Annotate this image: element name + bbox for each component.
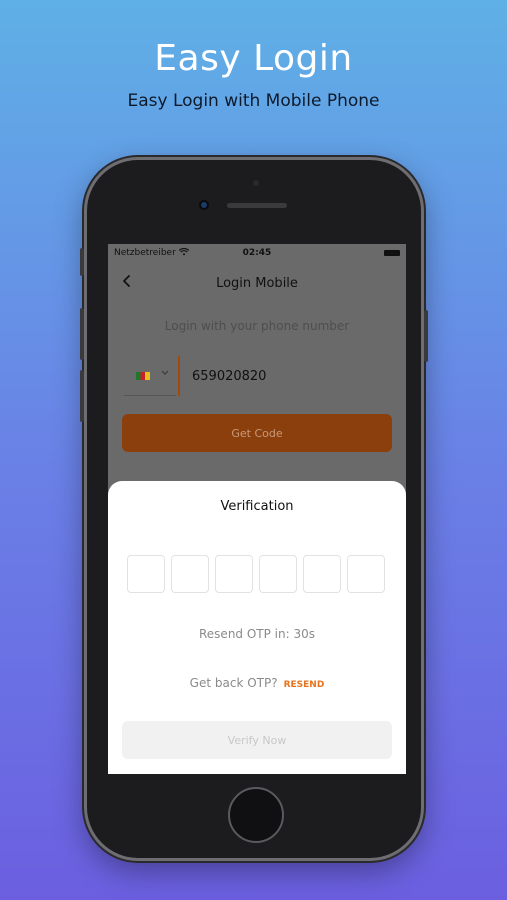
resend-link[interactable]: RESEND — [284, 680, 325, 690]
battery-icon — [384, 250, 400, 256]
input-cursor-divider — [178, 356, 180, 396]
otp-digit-4[interactable] — [259, 555, 297, 593]
volume-up-button — [80, 308, 84, 360]
power-button — [424, 310, 428, 362]
flag-icon — [136, 372, 150, 380]
verify-now-button[interactable]: Verify Now — [122, 721, 392, 759]
hero-title: Easy Login — [154, 38, 353, 79]
verification-sheet: Verification Resend OTP in: 30s Get back… — [108, 481, 406, 774]
otp-digit-3[interactable] — [215, 555, 253, 593]
otp-digit-6[interactable] — [347, 555, 385, 593]
get-back-otp-row: Get back OTP? RESEND — [108, 676, 406, 690]
get-code-button[interactable]: Get Code — [122, 414, 392, 452]
hero-subtitle: Easy Login with Mobile Phone — [127, 91, 380, 111]
sensor — [253, 180, 259, 186]
nav-bar: Login Mobile — [108, 266, 406, 306]
otp-input-row — [127, 555, 387, 593]
sheet-title: Verification — [220, 499, 294, 514]
phone-number-input[interactable] — [192, 356, 390, 396]
earpiece-speaker — [227, 203, 287, 208]
status-bar: Netzbetreiber 02:45 — [108, 244, 406, 262]
home-button[interactable] — [228, 787, 284, 843]
otp-digit-1[interactable] — [127, 555, 165, 593]
status-time: 02:45 — [242, 248, 272, 258]
country-picker[interactable] — [124, 356, 176, 396]
phone-number-row — [124, 356, 390, 396]
otp-digit-2[interactable] — [171, 555, 209, 593]
phone-screen: Netzbetreiber 02:45 Login Mobile Login w… — [108, 244, 406, 774]
get-back-label: Get back OTP? — [189, 676, 278, 690]
page-title: Login Mobile — [216, 276, 298, 291]
phone-frame: Netzbetreiber 02:45 Login Mobile Login w… — [80, 157, 428, 861]
resend-timer: Resend OTP in: 30s — [199, 627, 315, 641]
login-prompt: Login with your phone number — [164, 319, 350, 333]
front-camera — [199, 200, 209, 210]
chevron-down-icon — [160, 367, 170, 380]
silent-switch — [80, 248, 84, 276]
otp-digit-5[interactable] — [303, 555, 341, 593]
volume-down-button — [80, 370, 84, 422]
